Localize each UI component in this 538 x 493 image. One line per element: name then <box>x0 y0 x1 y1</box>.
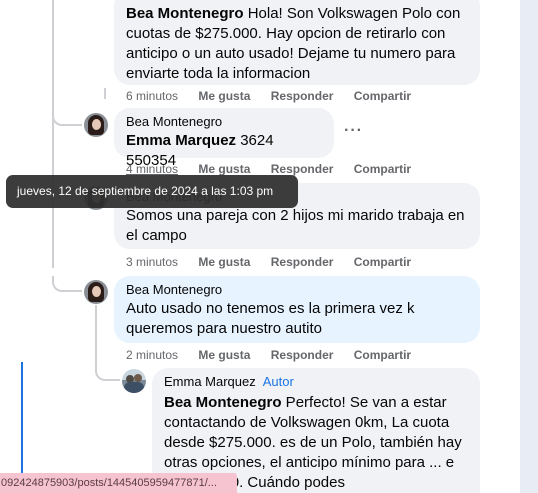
comment-bubble-highlighted: Bea Montenegro Auto usado no tenemos es … <box>114 276 480 343</box>
avatar[interactable] <box>122 369 146 393</box>
comments-panel: Bea Montenegro Hola! Son Volkswagen Polo… <box>0 0 538 493</box>
mention-link[interactable]: Emma Marquez <box>126 132 236 149</box>
comment-actions: 6 minutos Me gusta Responder Compartir <box>126 88 411 104</box>
comment-author[interactable]: Emma Marquez <box>164 374 256 389</box>
avatar-person <box>134 374 142 382</box>
status-bar-url: 092424875903/posts/1445405959477871/... <box>0 473 237 493</box>
avatar-body <box>124 382 144 393</box>
timestamp-tooltip: jueves, 12 de septiembre de 2024 a las 1… <box>6 175 298 208</box>
comment-bubble: Bea Montenegro Emma Marquez 3624 550354 <box>114 108 334 169</box>
mention-link[interactable]: Bea Montenegro <box>164 394 282 411</box>
thread-line <box>95 305 97 361</box>
comment-author[interactable]: Bea Montenegro <box>126 282 468 298</box>
reply-button[interactable]: Responder <box>271 347 334 363</box>
reply-button[interactable]: Responder <box>271 88 334 104</box>
comment-timestamp[interactable]: 2 minutos <box>126 347 178 363</box>
comment-actions: 3 minutos Me gusta Responder Compartir <box>126 254 411 270</box>
more-options-icon[interactable]: ··· <box>344 122 363 140</box>
avatar[interactable] <box>84 113 108 137</box>
thread-connector <box>95 359 120 381</box>
like-button[interactable]: Me gusta <box>198 254 250 270</box>
avatar-face <box>92 119 101 130</box>
share-button[interactable]: Compartir <box>354 161 411 177</box>
like-button[interactable]: Me gusta <box>198 88 250 104</box>
thread-connector <box>52 110 82 126</box>
avatar[interactable] <box>84 280 108 304</box>
comment-author[interactable]: Bea Montenegro <box>126 114 322 130</box>
share-button[interactable]: Compartir <box>354 254 411 270</box>
comment-author[interactable]: Bea Montenegro <box>126 5 244 22</box>
comment-bubble: Bea Montenegro Hola! Son Volkswagen Polo… <box>114 0 480 85</box>
comment-author-line: Emma Marquez Autor <box>164 374 468 390</box>
share-button[interactable]: Compartir <box>354 347 411 363</box>
author-badge: Autor <box>262 374 294 389</box>
comment-actions: 2 minutos Me gusta Responder Compartir <box>126 347 411 363</box>
like-button[interactable]: Me gusta <box>198 347 250 363</box>
scrollbar-track[interactable] <box>520 0 538 493</box>
comment-timestamp[interactable]: 3 minutos <box>126 254 178 270</box>
thread-line <box>104 88 106 99</box>
thread-connector <box>52 276 82 292</box>
comment-text: Auto usado no tenemos es la primera vez … <box>126 300 415 337</box>
share-button[interactable]: Compartir <box>354 88 411 104</box>
avatar-face <box>92 286 101 297</box>
thread-line <box>52 0 54 268</box>
comment-text: Somos una pareja con 2 hijos mi marido t… <box>126 207 465 244</box>
reply-button[interactable]: Responder <box>271 254 334 270</box>
comment-text: Bea Montenegro Hola! Son Volkswagen Polo… <box>126 4 468 84</box>
comment-timestamp[interactable]: 6 minutos <box>126 88 178 104</box>
